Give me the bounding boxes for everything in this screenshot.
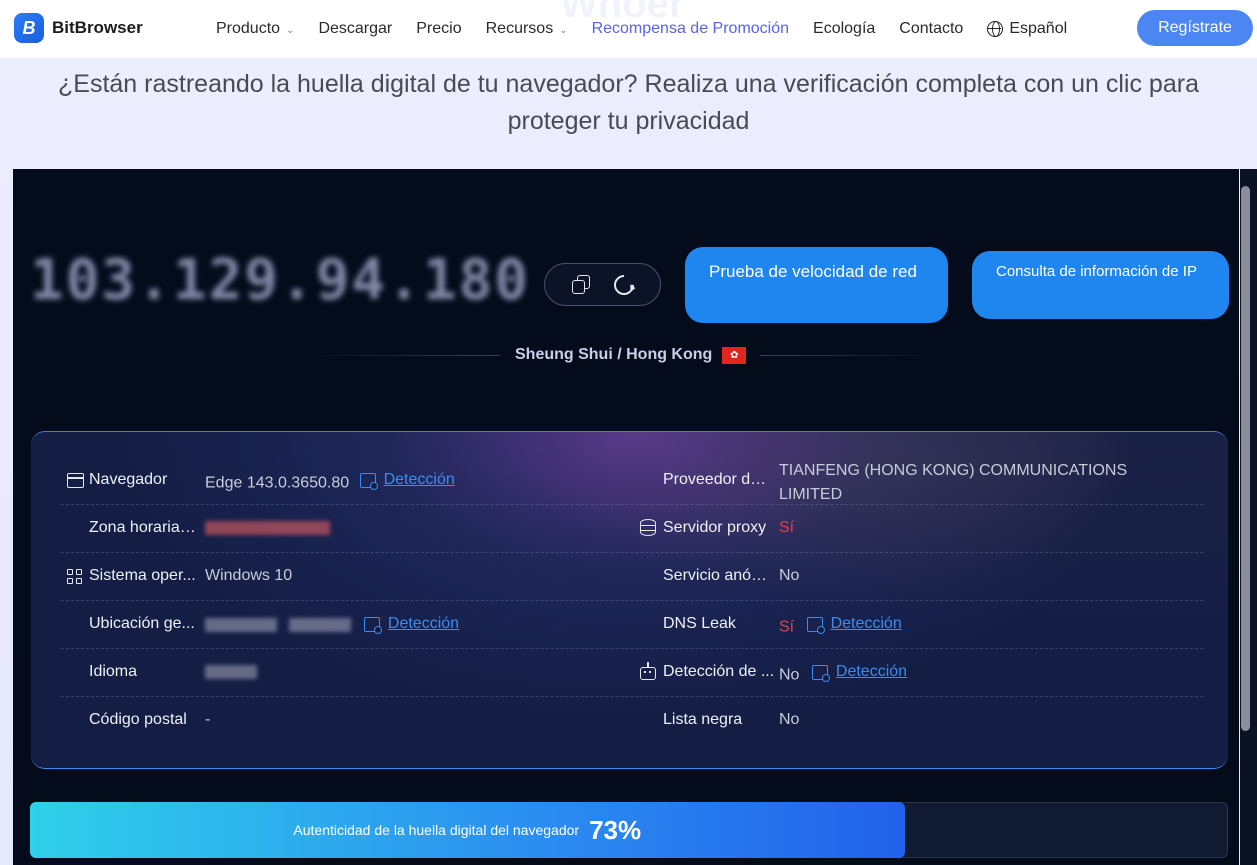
bitbrowser-logo-icon: B: [14, 13, 44, 43]
blurred-value: [205, 665, 257, 679]
detect-link[interactable]: Detección: [363, 615, 460, 634]
nav-item-ecologia[interactable]: Ecología: [813, 20, 875, 38]
copy-icon[interactable]: [571, 274, 591, 295]
ip-info-button[interactable]: Consulta de información de IP: [972, 251, 1229, 319]
row-divider: [61, 696, 1203, 697]
detect-icon: [363, 616, 382, 634]
database-icon: [640, 519, 656, 536]
nav-item-precio[interactable]: Precio: [416, 20, 461, 38]
row-label-codigo-postal: Código postal: [89, 711, 187, 728]
detect-link[interactable]: Detección: [811, 663, 908, 682]
scrollbar-thumb[interactable]: [1241, 186, 1250, 731]
row-value-sistema-operativo: Windows 10: [205, 567, 293, 584]
brand-name: BitBrowser: [52, 18, 143, 37]
refresh-icon[interactable]: [610, 270, 639, 299]
row-label-servicio-anonimo: Servicio anón...: [663, 567, 771, 584]
detect-icon: [359, 472, 378, 490]
row-label-ubicacion: Ubicación ge...: [89, 615, 195, 632]
nav-item-label: Contacto: [899, 20, 964, 37]
browser-icon: [67, 473, 84, 488]
page-headline: ¿Están rastreando la huella digital de t…: [58, 70, 1199, 135]
row-value-servidor-proxy: Sí: [779, 519, 795, 536]
nav-item-label: Ecología: [813, 20, 876, 37]
authenticity-label: Autenticidad de la huella digital del na…: [293, 822, 580, 838]
value-text: Sí: [779, 618, 795, 636]
nav-item-recompensa[interactable]: Recompensa de Promoción: [592, 20, 789, 38]
row-label-navegador: Navegador: [89, 471, 168, 488]
row-value-servicio-anonimo: No: [779, 567, 800, 584]
detect-label: Detección: [835, 663, 908, 680]
value-text: Edge 143.0.3650.80: [205, 474, 350, 492]
language-label: Español: [1009, 20, 1068, 37]
detect-label: Detección: [383, 471, 455, 488]
row-value-dns-leak: Sí Detección: [779, 615, 902, 637]
row-value-codigo-postal: -: [205, 711, 211, 728]
nav-item-label: Precio: [416, 20, 462, 37]
row-label-lista-negra: Lista negra: [663, 711, 743, 728]
location-text: Sheung Shui / Hong Kong: [515, 346, 713, 363]
grid-icon: [67, 569, 83, 585]
blurred-value: [205, 617, 277, 632]
row-value-idioma: [205, 665, 257, 684]
row-divider: [61, 600, 1203, 601]
row-label-deteccion: Detección de ...: [663, 663, 775, 680]
divider-line: [760, 355, 940, 356]
nav-item-label: Descargar: [318, 20, 393, 37]
nav-item-producto[interactable]: Producto ⌄: [216, 20, 294, 38]
row-label-zona-horaria: Zona horaria ...: [89, 519, 197, 536]
row-divider: [61, 648, 1203, 649]
speed-test-button[interactable]: Prueba de velocidad de red: [685, 247, 948, 323]
brand-logo[interactable]: B BitBrowser: [14, 13, 143, 43]
blurred-value: [289, 617, 352, 632]
authenticity-percent: 73%: [589, 814, 642, 845]
row-label-proveedor: Proveedor de...: [663, 471, 769, 488]
row-value-ubicacion: Detección: [205, 615, 459, 637]
row-label-dns-leak: DNS Leak: [663, 615, 736, 632]
detect-link[interactable]: Detección: [806, 615, 902, 634]
ip-address: 103.129.94.180: [30, 248, 531, 313]
language-selector[interactable]: Español: [987, 20, 1067, 38]
row-value-proveedor: TIANFENG (HONG KONG) COMMUNICATIONS LIMI…: [779, 462, 1128, 503]
row-value-deteccion: No Detección: [779, 663, 907, 685]
robot-icon: [640, 662, 656, 680]
ip-location: Sheung Shui / Hong Kong ✿: [515, 346, 747, 364]
detect-icon: [806, 616, 825, 634]
nav-item-label: Recursos: [485, 20, 554, 37]
detect-icon: [811, 664, 830, 682]
row-divider: [61, 552, 1203, 553]
chevron-down-icon: ⌄: [559, 25, 568, 36]
blurred-value: [205, 521, 330, 535]
row-label-sistema-operativo: Sistema oper...: [89, 567, 196, 584]
nav-item-label: Recompensa de Promoción: [591, 20, 790, 37]
detect-link[interactable]: Detección: [359, 471, 455, 490]
nav-menu: Producto ⌄ Descargar Precio Recursos ⌄ Rec…: [216, 0, 1091, 58]
chevron-down-icon: ⌄: [286, 25, 295, 36]
nav-item-contacto[interactable]: Contacto: [899, 20, 963, 38]
authenticity-progress-text: Autenticidad de la huella digital del na…: [30, 802, 905, 858]
hong-kong-flag-icon: ✿: [722, 346, 747, 364]
detect-label: Detección: [830, 615, 902, 632]
row-label-servidor-proxy: Servidor proxy: [663, 519, 767, 536]
globe-icon: [987, 21, 1004, 37]
row-value-zona-horaria: [205, 521, 330, 540]
nav-item-descargar[interactable]: Descargar: [318, 20, 392, 38]
nav-item-recursos[interactable]: Recursos ⌄: [486, 20, 568, 38]
row-value-lista-negra: No: [779, 711, 800, 728]
row-label-idioma: Idioma: [89, 663, 138, 680]
ip-tools: [544, 263, 661, 306]
nav-item-label: Producto: [216, 20, 281, 37]
fingerprint-info-card: Navegador Edge 143.0.3650.80 Detección Z…: [31, 431, 1228, 769]
value-text: No: [779, 666, 800, 684]
signup-button[interactable]: Regístrate: [1137, 10, 1253, 46]
detect-label: Detección: [387, 615, 460, 632]
divider-line: [310, 355, 500, 356]
row-value-navegador: Edge 143.0.3650.80 Detección: [205, 471, 455, 493]
top-navbar: Whoer B BitBrowser Producto ⌄ Descargar P…: [0, 0, 1257, 58]
